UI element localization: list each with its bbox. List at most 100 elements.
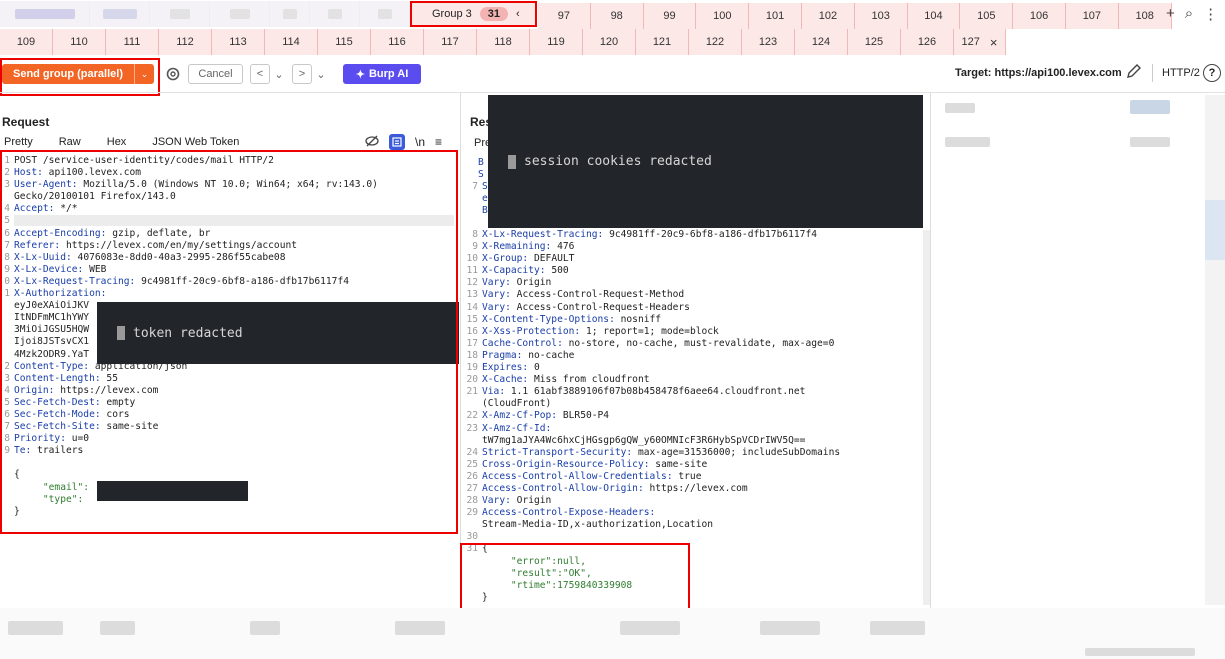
tab-120[interactable]: 120 [583,29,636,55]
line-number: 19 [466,362,478,374]
highlight-box-request [0,150,458,534]
inspector-blurred-text [945,137,990,147]
blurred-tab[interactable] [310,1,360,27]
header-key: Access-Control-Allow-Credentials: [482,470,673,482]
tab-101[interactable]: 101 [749,3,802,29]
more-menu-icon[interactable]: ⋮ [1203,5,1218,23]
editor-menu-icon[interactable]: ≡ [435,135,442,149]
tab-121[interactable]: 121 [636,29,689,55]
http-version-selector[interactable]: HTTP/2 [1162,67,1200,79]
settings-gear-icon[interactable] [163,64,183,84]
tab-103[interactable]: 103 [854,3,908,29]
line-number: 10 [466,253,478,265]
tab-label: 124 [811,36,831,48]
inspector-divider[interactable] [930,93,931,608]
blurred-tab[interactable] [150,1,210,27]
header-key: Cache-Control: [482,337,563,349]
tab-107[interactable]: 107 [1065,3,1119,29]
sparkle-icon: ✦ [355,68,365,81]
blurred-tab[interactable] [360,1,410,27]
tab-label: 114 [282,36,300,48]
tab-113[interactable]: 113 [212,29,265,55]
inspector-blurred-icons[interactable] [1130,100,1170,114]
tab-119[interactable]: 119 [530,29,583,55]
tab-112[interactable]: 112 [159,29,212,55]
blurred-tab[interactable] [270,1,310,27]
tab-hex[interactable]: Hex [107,136,127,148]
cancel-button[interactable]: Cancel [188,64,243,84]
close-tab-icon[interactable]: × [990,35,998,50]
previous-button[interactable]: < [250,64,270,84]
blurred-status [870,621,925,635]
tab-99[interactable]: 99 [643,3,697,29]
blurred-tab[interactable] [210,1,270,27]
line-value: 476 [551,241,575,253]
tab-109[interactable]: 109 [0,29,53,55]
blurred-tab[interactable] [0,1,90,27]
inspector-side-rail[interactable] [1205,95,1225,605]
tab-pretty[interactable]: Pretty [4,136,33,148]
tab-116[interactable]: 116 [371,29,424,55]
search-icon[interactable]: ⌕ [1185,5,1193,23]
response-scrollbar[interactable] [923,230,930,605]
add-tab-icon[interactable]: + [1166,5,1175,23]
collapse-chevron-icon[interactable]: ‹ [516,8,520,20]
tab-117[interactable]: 117 [424,29,477,55]
tab-127[interactable]: 127 × [954,29,1006,55]
header-key: Expires: [482,362,529,374]
hide-nonprintable-icon[interactable] [365,135,379,150]
inspector-side-tab-active[interactable] [1205,200,1225,260]
line-number: 18 [466,349,478,361]
tab-118[interactable]: 118 [477,29,530,55]
header-key: X-Content-Type-Options: [482,313,615,325]
response-top-fragments: B S 7S e B [472,157,488,217]
tab-108[interactable]: 108 [1118,3,1172,29]
blurred-tab[interactable] [90,1,150,27]
tab-label: 117 [441,36,459,48]
edit-target-pencil-icon[interactable] [1125,63,1143,83]
header-key: X-Amz-Cf-Id: [482,422,552,434]
panel-divider[interactable] [460,93,461,608]
tab-97[interactable]: 97 [538,3,591,29]
tab-114[interactable]: 114 [265,29,318,55]
code-line: 27 Access-Control-Allow-Origin: https://l… [462,483,927,495]
tab-label: 98 [610,10,623,22]
tab-115[interactable]: 115 [318,29,371,55]
burp-ai-label: Burp AI [368,68,409,80]
line-number: 30 [466,531,478,543]
tab-102[interactable]: 102 [801,3,855,29]
next-button[interactable]: > [292,64,312,84]
tab-json-web-token[interactable]: JSON Web Token [152,136,239,148]
tab-100[interactable]: 100 [696,3,750,29]
blurred-status [760,621,820,635]
burp-ai-button[interactable]: ✦ Burp AI [343,64,421,84]
group-tab[interactable]: Group 3 31 ‹ [410,1,537,27]
tab-110[interactable]: 110 [53,29,106,55]
tab-98[interactable]: 98 [590,3,644,29]
help-icon[interactable]: ? [1203,64,1221,82]
pretty-print-toggle-icon[interactable] [389,134,405,150]
line-value: no-store, no-cache, must-revalidate, max… [562,337,835,349]
tab-label: 121 [652,36,672,48]
tab-105[interactable]: 105 [960,3,1014,29]
redaction-block-icon [508,154,516,169]
tab-104[interactable]: 104 [907,3,961,29]
tab-125[interactable]: 125 [848,29,901,55]
tab-106[interactable]: 106 [1013,3,1066,29]
tab-122[interactable]: 122 [689,29,742,55]
tab-126[interactable]: 126 [901,29,954,55]
tab-raw[interactable]: Raw [59,136,81,148]
next-history-dropdown-icon[interactable]: ⌄ [314,64,328,84]
code-line: 12 Vary: Origin [462,277,927,289]
header-key: Pragma: [482,349,523,361]
tab-123[interactable]: 123 [742,29,795,55]
blurred-status [395,621,445,635]
header-key: Vary: [482,301,511,313]
tab-111[interactable]: 111 [106,29,159,55]
tab-124[interactable]: 124 [795,29,848,55]
line-number: 27 [466,482,478,494]
tab-label: 106 [1029,10,1049,22]
newline-toggle-icon[interactable]: \n [415,135,425,149]
group-label: Group 3 [432,8,472,20]
previous-history-dropdown-icon[interactable]: ⌄ [272,64,286,84]
